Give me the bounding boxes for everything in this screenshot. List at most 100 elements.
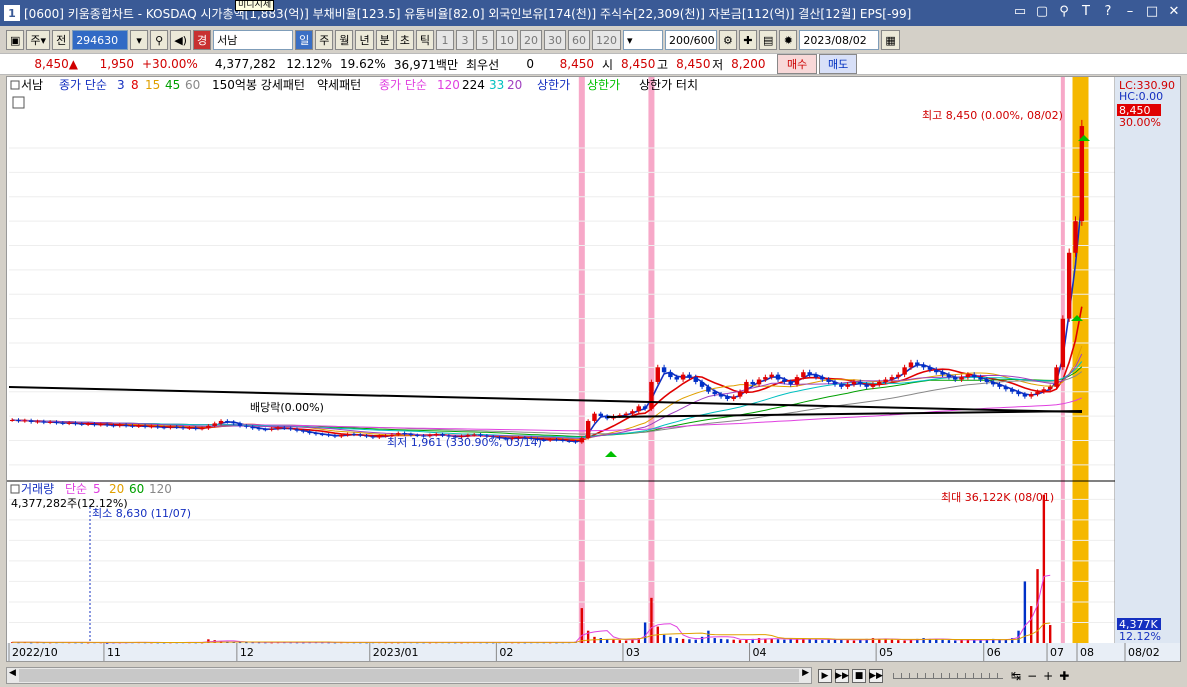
checkbox-icon[interactable]: ▣ (6, 30, 25, 50)
legend-box-icon[interactable] (10, 80, 20, 90)
legend-strong-pattern[interactable]: 150억봉 강세패턴 (212, 78, 305, 92)
stock-name-field[interactable]: 서남 (213, 30, 294, 50)
volume-ma-120[interactable]: 120 (149, 482, 172, 496)
fit-icon[interactable]: ↹ (1011, 669, 1021, 683)
save-icon[interactable]: ▤ (758, 30, 778, 50)
close-button[interactable]: ✕ (1167, 4, 1181, 19)
stop-icon[interactable]: ■ (852, 668, 866, 683)
candle-body (820, 377, 825, 380)
upper-limit-cap: HC:0.00 (1119, 90, 1163, 103)
legend-ma-60[interactable]: 60 (185, 78, 200, 92)
zoom-slider[interactable] (893, 672, 1003, 679)
code-dropdown-icon[interactable]: ▾ (130, 30, 149, 50)
volume-ma-5[interactable]: 5 (93, 482, 101, 496)
step-back-icon[interactable]: ▶ (818, 668, 832, 683)
fast-forward-icon[interactable]: ▶▶ (869, 668, 883, 683)
date-input[interactable]: 2023/08/02 (799, 30, 880, 50)
period-minute-tab[interactable]: 분 (375, 30, 394, 50)
change-percent: +30.00% (142, 57, 198, 71)
pin-icon[interactable]: ⚲ (1057, 4, 1071, 19)
volume-bar (1048, 625, 1052, 643)
indicator-icon[interactable]: ⚙ (718, 30, 737, 50)
interval-3[interactable]: 3 (455, 30, 474, 50)
legend-upper-limit-1[interactable]: 상한가 (537, 78, 570, 92)
scrollbar-thumb[interactable] (19, 669, 799, 682)
speaker-icon[interactable]: ◀) (170, 30, 191, 50)
interval-60[interactable]: 60 (567, 30, 590, 50)
candle-body (566, 440, 572, 442)
legend-ma2-label[interactable]: 종가 단순 (379, 78, 427, 92)
grid-toggle-icon[interactable] (12, 96, 25, 109)
scroll-left-icon[interactable]: ◀ (9, 668, 16, 678)
legend-ma-120[interactable]: 120 (437, 78, 460, 92)
minimize-button[interactable]: – (1123, 4, 1137, 19)
chart-panel[interactable]: 8,0007,5007,0006,5006,0005,5005,0004,500… (6, 76, 1181, 662)
interval-120[interactable]: 120 (591, 30, 621, 50)
volume-max-annotation: 최대 36,122K (08/01) (941, 491, 1054, 504)
candle-body (98, 424, 103, 426)
volume-ma-60[interactable]: 60 (129, 482, 144, 496)
zoom-out-icon[interactable]: − (1027, 669, 1037, 683)
stock-code-input[interactable]: 294630 (72, 30, 129, 50)
long-trend-line (8, 386, 1083, 413)
restore-layout-icon[interactable]: ▭ (1013, 4, 1027, 19)
legend-ma-label[interactable]: 종가 단순 (59, 78, 107, 92)
prefix-button[interactable]: 전 (52, 30, 71, 50)
volume-ma-20[interactable]: 20 (109, 482, 124, 496)
candle-body (199, 428, 205, 430)
open-price: 8,450 (621, 57, 656, 71)
period-year-tab[interactable]: 년 (355, 30, 374, 50)
data-count-input[interactable]: 200/600 (664, 30, 717, 50)
interval-5[interactable]: 5 (475, 30, 494, 50)
text-size-icon[interactable]: T (1079, 4, 1093, 19)
legend-upper-limit-2[interactable]: 상한가 (587, 78, 620, 92)
legend-stock-name[interactable]: 서남 (21, 78, 43, 92)
legend-upper-limit-touch[interactable]: 상한가 터치 (639, 78, 698, 92)
volume-bar (713, 638, 716, 643)
interval-10[interactable]: 10 (495, 30, 518, 50)
period-tick-tab[interactable]: 틱 (415, 30, 434, 50)
zoom-in-icon[interactable]: + (1043, 669, 1053, 683)
scroll-right-icon[interactable]: ▶ (802, 668, 809, 678)
calendar-icon[interactable]: ▦ (881, 30, 900, 50)
legend-ma-20[interactable]: 20 (507, 78, 522, 92)
legend-ma-8[interactable]: 8 (131, 78, 139, 92)
maximize-button[interactable]: □ (1145, 4, 1159, 19)
legend-ma-33[interactable]: 33 (489, 78, 504, 92)
right-axis-background (1115, 77, 1180, 643)
period-day-tab[interactable]: 일 (295, 30, 314, 50)
volume-legend-label[interactable]: 거래량 (21, 482, 54, 496)
frame-icon[interactable]: ▢ (1035, 4, 1049, 19)
interval-1[interactable]: 1 (435, 30, 454, 50)
low-label: 저 (712, 57, 724, 72)
candle-body (288, 428, 293, 430)
candle-body (839, 384, 844, 387)
market-type-select[interactable]: 주 ▾ (26, 30, 51, 50)
period-month-tab[interactable]: 월 (335, 30, 354, 50)
legend-ma-15[interactable]: 15 (145, 78, 160, 92)
buy-button[interactable]: 매수 (777, 54, 818, 74)
period-week-tab[interactable]: 주 (315, 30, 334, 50)
period-second-tab[interactable]: 초 (395, 30, 414, 50)
legend-ma-45[interactable]: 45 (165, 78, 180, 92)
settings-icon[interactable]: ✹ (779, 30, 798, 50)
interval-20[interactable]: 20 (519, 30, 542, 50)
date-tick-label: 08/02 (1128, 646, 1160, 659)
legend-ma-3[interactable]: 3 (117, 78, 125, 92)
search-icon[interactable]: ⚲ (150, 30, 169, 50)
candle-body (47, 421, 53, 423)
volume-ma-label[interactable]: 단순 (65, 482, 87, 496)
interval-30[interactable]: 30 (543, 30, 566, 50)
volume-legend-box-icon[interactable] (10, 484, 20, 494)
expand-icon[interactable]: ✚ (1059, 669, 1069, 683)
help-icon[interactable]: ? (1101, 4, 1115, 19)
interval-custom-select[interactable]: ▾ (622, 30, 663, 50)
stock-chart[interactable]: 8,0007,5007,0006,5006,0005,5005,0004,500… (7, 77, 1180, 661)
crosshair-icon[interactable]: ✚ (738, 30, 757, 50)
sell-button[interactable]: 매도 (819, 54, 858, 74)
legend-weak-pattern[interactable]: 약세패턴 (317, 77, 361, 92)
play-icon[interactable]: ▶▶ (835, 668, 849, 683)
horizontal-scrollbar[interactable]: ◀ ▶ (6, 667, 812, 684)
legend-ma-224[interactable]: 224 (462, 78, 485, 92)
candle-body (180, 427, 186, 429)
